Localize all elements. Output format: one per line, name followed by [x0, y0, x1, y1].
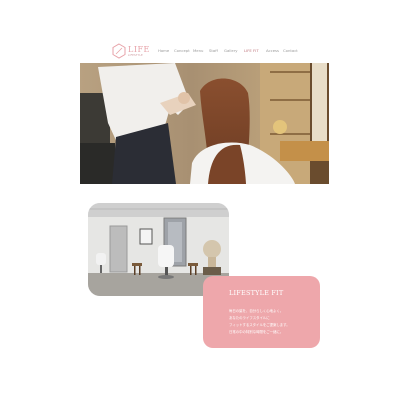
- nav-item-menu[interactable]: Menu: [193, 48, 203, 53]
- nav-item-staff[interactable]: Staff: [209, 48, 218, 53]
- logo-tagline: LIFESTYLE: [128, 54, 143, 57]
- nav-item-home[interactable]: Home: [158, 48, 169, 53]
- feature-text-line: 日常の中の特別な時間をご一緒に。: [229, 330, 284, 334]
- feature-title: LIFESTYLE FIT: [229, 289, 284, 297]
- nav-item-life-fit[interactable]: LIFE FIT: [244, 48, 259, 53]
- feature-text-line: フィットするスタイルをご提案します。: [229, 323, 290, 327]
- nav-item-gallery[interactable]: Gallery: [224, 48, 238, 53]
- feature-text-line: あなたのライフスタイルに: [229, 316, 270, 320]
- nav-item-access[interactable]: Access: [266, 48, 279, 53]
- feature-text-line: 毎日の髪を、自分らしく心地よく。: [229, 309, 284, 313]
- site-header: LIFE LIFESTYLE Home Concept Menu Staff G…: [0, 40, 409, 62]
- nav-item-contact[interactable]: Contact: [283, 48, 298, 53]
- nav-item-concept[interactable]: Concept: [174, 48, 190, 53]
- site-logo[interactable]: LIFE LIFESTYLE: [111, 43, 153, 59]
- hero-image-hairdresser: [80, 63, 329, 184]
- hexagon-logo-icon: [112, 43, 126, 59]
- lifestyle-fit-panel: LIFESTYLE FIT 毎日の髪を、自分らしく心地よく。 あなたのライフスタ…: [203, 276, 320, 348]
- logo-wordmark: LIFE: [128, 45, 150, 54]
